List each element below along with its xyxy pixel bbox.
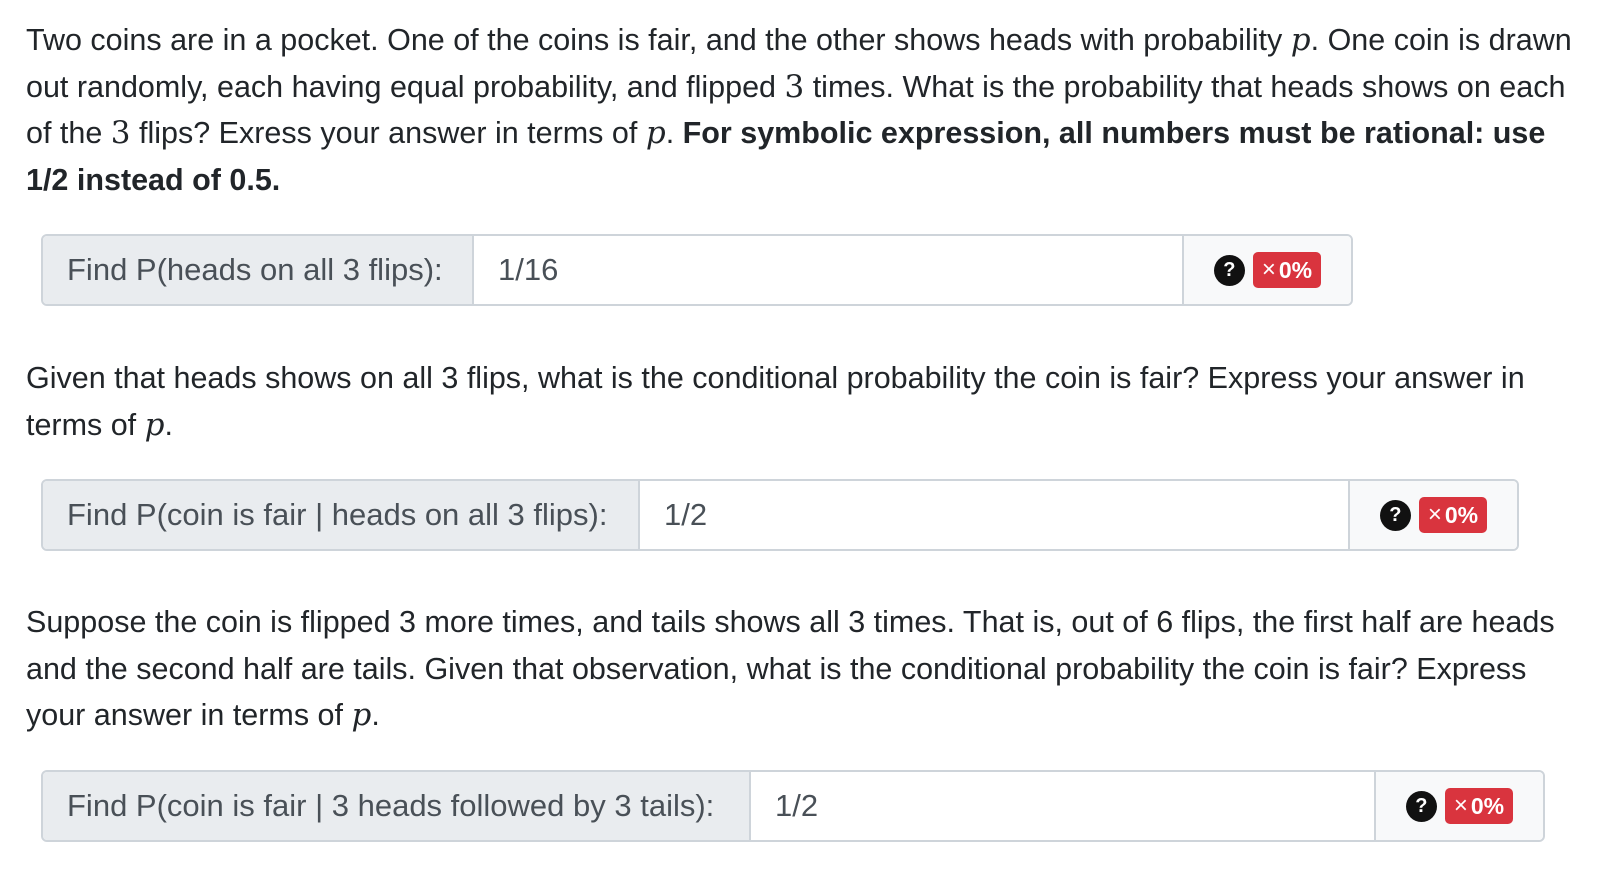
close-icon: ×: [1261, 256, 1276, 283]
math-variable-p: p: [645, 115, 666, 151]
answer-feedback-3: ? × 0%: [1374, 772, 1543, 840]
answer-input-3[interactable]: [751, 772, 1374, 840]
math-variable-p: p: [351, 697, 372, 733]
answer-feedback-2: ? × 0%: [1348, 481, 1517, 549]
math-number: 3: [110, 115, 131, 151]
close-icon: ×: [1427, 501, 1442, 528]
answer-label-2: Find P(coin is fair | heads on all 3 fli…: [43, 481, 640, 549]
math-number: 3: [784, 68, 805, 105]
answer-group-1: Find P(heads on all 3 flips): ? ×0%: [41, 234, 1353, 306]
close-icon: ×: [1453, 792, 1468, 819]
score-badge-2: × 0%: [1418, 497, 1488, 533]
question-3-text: Suppose the coin is flipped 3 more times…: [26, 605, 1555, 733]
score-badge-3: × 0%: [1444, 788, 1514, 824]
answer-feedback-1: ? × 0%: [1182, 236, 1351, 304]
answer-input-1[interactable]: [474, 236, 1182, 304]
math-variable-p: p: [1290, 22, 1311, 58]
score-badge-1: × 0%: [1252, 252, 1322, 288]
math-variable-p: p: [144, 406, 165, 443]
help-icon[interactable]: ?: [1379, 499, 1411, 531]
answer-group-2: Find P(coin is fair | heads on all 3 fli…: [41, 479, 1519, 551]
answer-input-2[interactable]: [640, 481, 1348, 549]
problem-intro: Two coins are in a pocket. One of the co…: [26, 22, 1572, 197]
question-2-text: Given that heads shows on all 3 flips, w…: [26, 361, 1525, 443]
help-icon[interactable]: ?: [1213, 254, 1245, 286]
answer-label-1: Find P(heads on all 3 flips):: [43, 236, 474, 304]
help-icon[interactable]: ?: [1405, 790, 1437, 822]
answer-group-3: Find P(coin is fair | 3 heads followed b…: [41, 770, 1545, 842]
answer-label-3: Find P(coin is fair | 3 heads followed b…: [43, 772, 751, 840]
